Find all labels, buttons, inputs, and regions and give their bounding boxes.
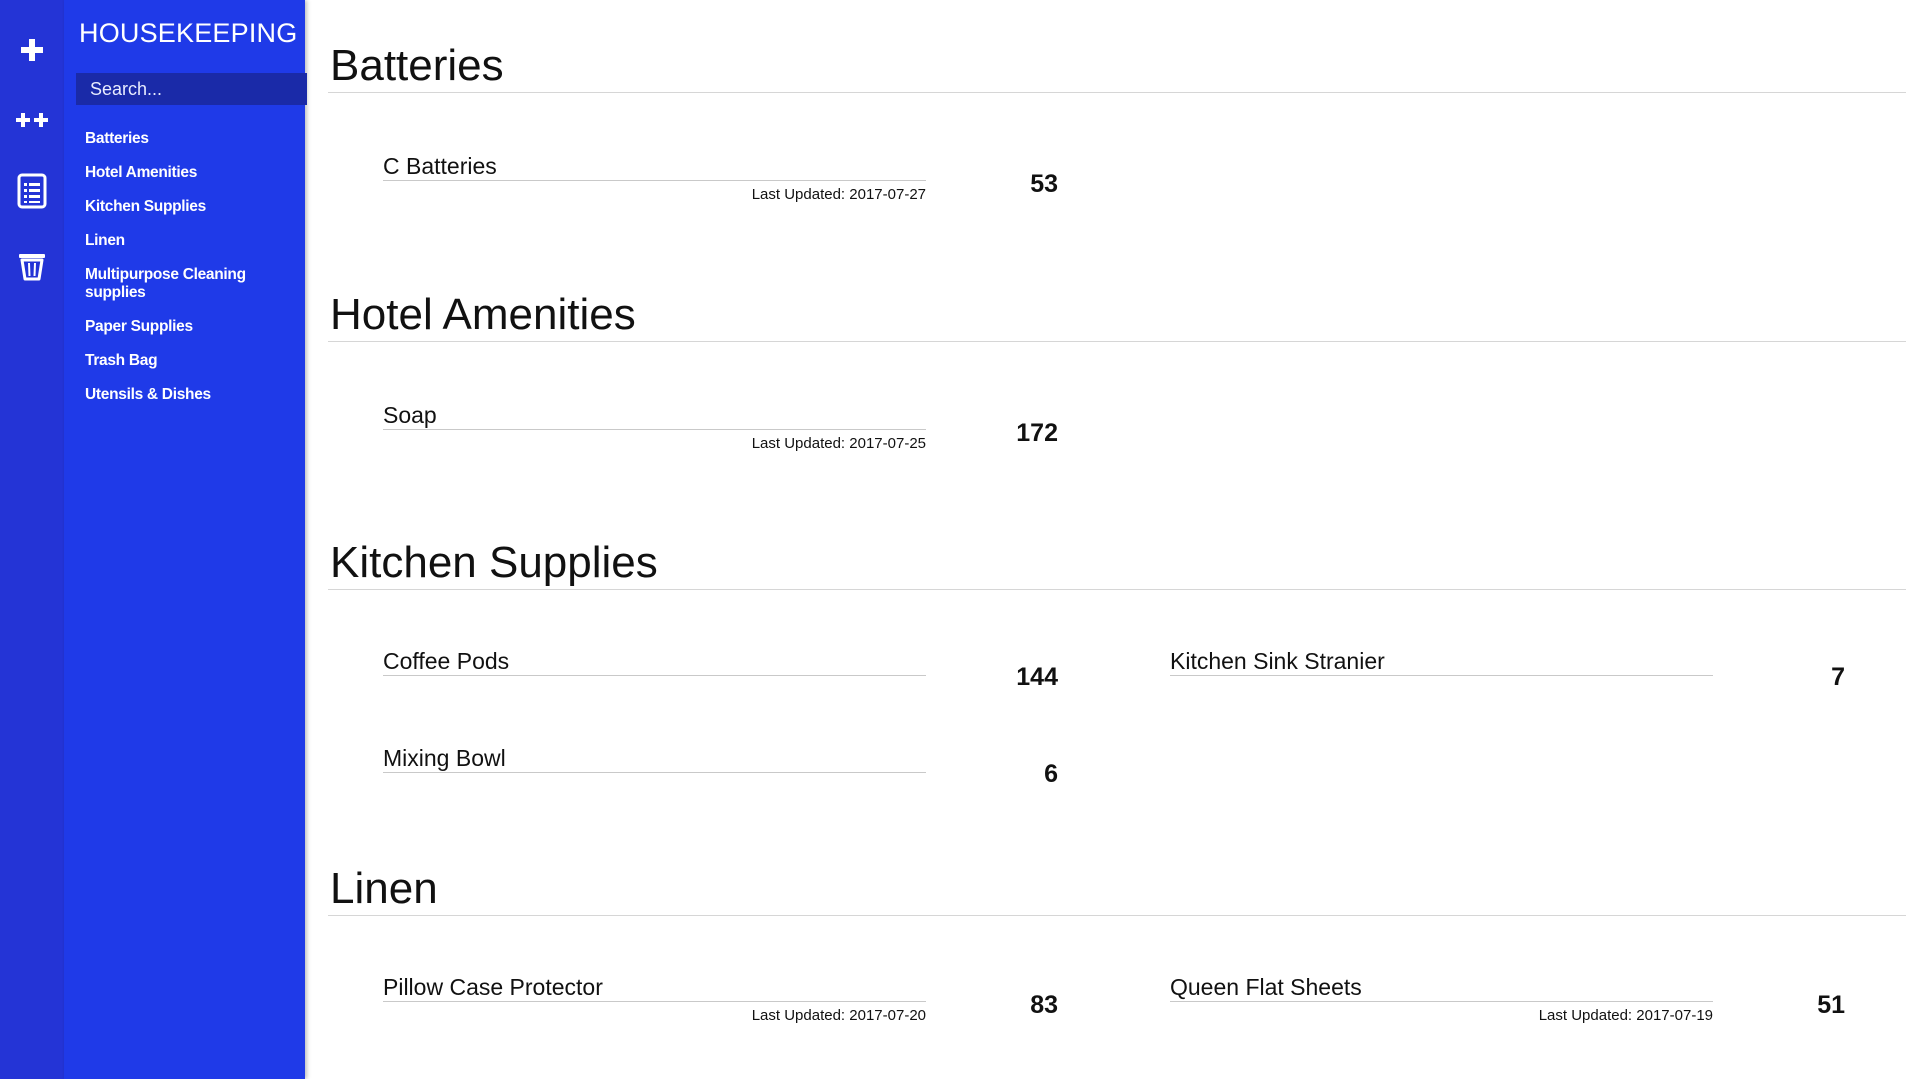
search-input[interactable] — [76, 73, 307, 105]
item-last-updated: Last Updated: 2017-07-20 — [751, 1007, 926, 1024]
item-quantity: 172 — [1016, 419, 1058, 447]
item-quantity: 53 — [1030, 170, 1058, 198]
inventory-item[interactable]: Queen Flat Sheets Last Updated: 2017-07-… — [1115, 973, 1845, 1033]
inventory-item[interactable]: C Batteries Last Updated: 2017-07-27 53 — [328, 152, 1058, 212]
double-plus-icon[interactable] — [14, 102, 50, 138]
item-last-updated: Last Updated: 2017-07-19 — [1538, 1007, 1713, 1024]
nav-item-batteries[interactable]: Batteries — [85, 130, 290, 148]
section-linen: Linen Pillow Case Protector Last Updated… — [328, 863, 1906, 1024]
item-name: Mixing Bowl — [383, 744, 926, 773]
icon-rail — [0, 0, 64, 1079]
inventory-item[interactable]: Coffee Pods 144 — [328, 647, 1058, 707]
section-title: Kitchen Supplies — [328, 537, 1906, 590]
item-name: Soap — [383, 401, 926, 430]
section-kitchen-supplies: Kitchen Supplies Coffee Pods 144 Kitchen… — [328, 537, 1906, 788]
section-title: Batteries — [328, 40, 1906, 93]
nav-item-linen[interactable]: Linen — [85, 232, 290, 250]
section-title: Linen — [328, 863, 1906, 916]
nav-item-paper-supplies[interactable]: Paper Supplies — [85, 318, 290, 336]
nav-item-kitchen-supplies[interactable]: Kitchen Supplies — [85, 198, 290, 216]
nav-item-utensils-dishes[interactable]: Utensils & Dishes — [85, 386, 290, 404]
document-list-icon[interactable] — [14, 173, 50, 209]
sidebar: HOUSEKEEPING Batteries Hotel Amenities K… — [64, 0, 307, 1079]
item-name: Pillow Case Protector — [383, 973, 926, 1002]
section-hotel-amenities: Hotel Amenities Soap Last Updated: 2017-… — [328, 289, 1906, 452]
trash-icon[interactable] — [14, 248, 50, 284]
item-quantity: 83 — [1030, 991, 1058, 1019]
item-quantity: 6 — [1044, 760, 1058, 788]
inventory-item[interactable]: Soap Last Updated: 2017-07-25 172 — [328, 401, 1058, 461]
nav-item-hotel-amenities[interactable]: Hotel Amenities — [85, 164, 290, 182]
nav-item-trash-bag[interactable]: Trash Bag — [85, 352, 290, 370]
inventory-item[interactable]: Mixing Bowl 6 — [328, 744, 1058, 804]
plus-icon[interactable] — [14, 32, 50, 68]
item-quantity: 51 — [1817, 991, 1845, 1019]
item-last-updated: Last Updated: 2017-07-25 — [751, 435, 926, 452]
item-name: Queen Flat Sheets — [1170, 973, 1713, 1002]
item-name: C Batteries — [383, 152, 926, 181]
brand-title: HOUSEKEEPING — [79, 18, 298, 48]
item-name: Kitchen Sink Stranier — [1170, 647, 1713, 676]
section-title: Hotel Amenities — [328, 289, 1906, 342]
item-quantity: 7 — [1831, 663, 1845, 691]
item-quantity: 144 — [1016, 663, 1058, 691]
category-nav: Batteries Hotel Amenities Kitchen Suppli… — [85, 130, 290, 420]
nav-item-multipurpose-cleaning[interactable]: Multipurpose Cleaning supplies — [85, 266, 290, 302]
item-last-updated: Last Updated: 2017-07-27 — [751, 186, 926, 203]
inventory-item[interactable]: Pillow Case Protector Last Updated: 2017… — [328, 973, 1058, 1033]
section-batteries: Batteries C Batteries Last Updated: 2017… — [328, 40, 1906, 203]
item-name: Coffee Pods — [383, 647, 926, 676]
inventory-item[interactable]: Kitchen Sink Stranier 7 — [1115, 647, 1845, 707]
